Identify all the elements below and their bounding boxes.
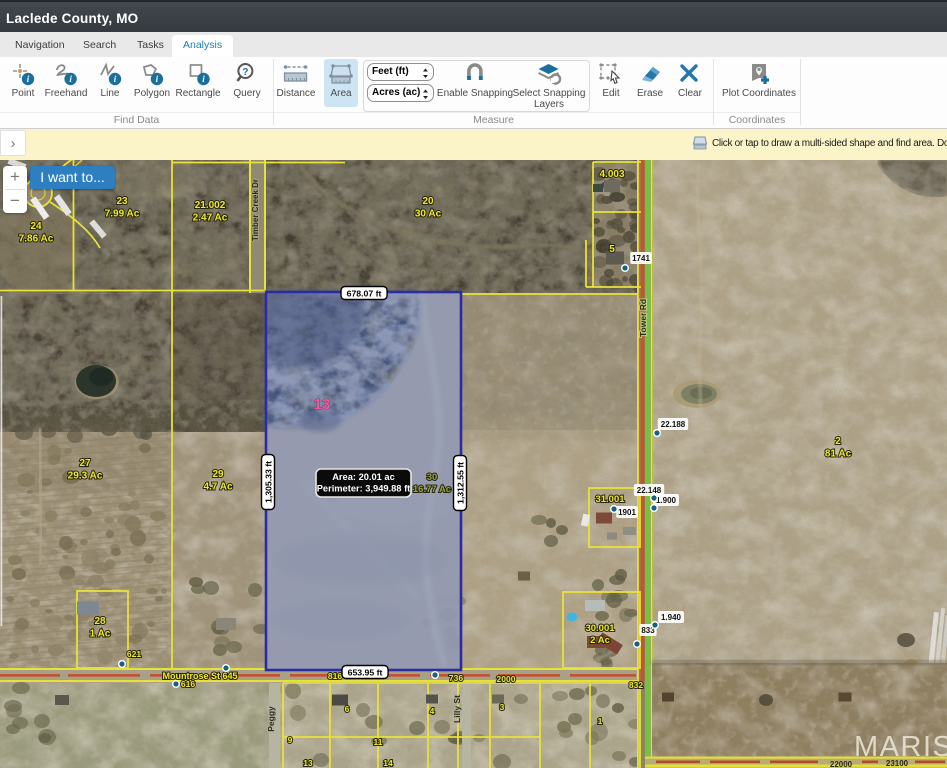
svg-text:9: 9: [288, 735, 293, 745]
svg-text:2 Ac: 2 Ac: [590, 635, 610, 646]
svg-text:1741: 1741: [632, 254, 650, 263]
svg-text:11: 11: [374, 737, 383, 747]
svg-text:22.188: 22.188: [661, 420, 686, 429]
svg-text:7.86 Ac: 7.86 Ac: [19, 234, 54, 245]
svg-text:Timber Creek Dr: Timber Creek Dr: [251, 179, 260, 241]
svg-text:1,305.33 ft: 1,305.33 ft: [263, 461, 273, 503]
svg-text:1.940: 1.940: [661, 613, 682, 622]
svg-text:22.148: 22.148: [637, 486, 662, 495]
svg-text:Tower Rd: Tower Rd: [638, 299, 648, 337]
svg-text:20: 20: [422, 196, 434, 207]
svg-text:Mountrose St 645: Mountrose St 645: [162, 671, 237, 681]
svg-text:16.77 Ac: 16.77 Ac: [413, 484, 451, 495]
svg-text:736: 736: [449, 673, 463, 683]
svg-text:22000: 22000: [830, 760, 853, 768]
svg-text:23: 23: [116, 196, 128, 207]
svg-text:30 Ac: 30 Ac: [415, 209, 442, 220]
svg-text:Lilly St: Lilly St: [452, 695, 462, 723]
svg-text:Perimeter: 3,949.88 ft: Perimeter: 3,949.88 ft: [317, 484, 411, 494]
svg-text:29.3 Ac: 29.3 Ac: [68, 471, 103, 482]
svg-text:6: 6: [345, 704, 350, 714]
svg-text:28: 28: [94, 616, 106, 627]
svg-text:?: ?: [242, 67, 248, 78]
svg-text:2000: 2000: [497, 674, 516, 684]
svg-text:1,312.55 ft: 1,312.55 ft: [455, 462, 465, 504]
svg-text:14: 14: [383, 758, 393, 768]
svg-text:Area: 20.01 ac: Area: 20.01 ac: [332, 472, 395, 482]
svg-text:24: 24: [30, 221, 42, 232]
svg-text:81 Ac: 81 Ac: [825, 449, 852, 460]
svg-text:832: 832: [629, 680, 643, 690]
svg-text:7.99 Ac: 7.99 Ac: [105, 209, 140, 220]
svg-text:653.95 ft: 653.95 ft: [348, 667, 383, 677]
svg-text:1 Ac: 1 Ac: [90, 629, 111, 640]
svg-text:30: 30: [427, 472, 438, 483]
svg-text:5: 5: [609, 244, 615, 255]
svg-text:816: 816: [328, 671, 342, 681]
svg-text:2: 2: [835, 436, 841, 447]
svg-text:621: 621: [127, 649, 141, 659]
svg-text:4: 4: [430, 706, 435, 716]
svg-text:29: 29: [212, 469, 224, 480]
svg-text:MARIS: MARIS: [854, 731, 947, 763]
svg-text:4.7 Ac: 4.7 Ac: [203, 482, 233, 493]
svg-text:4.003: 4.003: [599, 169, 624, 180]
svg-text:3: 3: [500, 702, 505, 712]
svg-text:1: 1: [598, 716, 603, 726]
svg-text:616: 616: [181, 679, 195, 689]
svg-text:21.002: 21.002: [195, 200, 226, 211]
svg-text:27: 27: [79, 458, 91, 469]
svg-text:Peggy: Peggy: [266, 706, 276, 732]
svg-text:2.47 Ac: 2.47 Ac: [193, 213, 228, 224]
svg-text:678.07 ft: 678.07 ft: [347, 288, 382, 298]
svg-text:13: 13: [314, 396, 331, 413]
svg-text:1901: 1901: [618, 508, 636, 517]
svg-text:30.001: 30.001: [585, 623, 615, 634]
svg-text:1.900: 1.900: [656, 496, 677, 505]
svg-text:31.001: 31.001: [595, 494, 625, 505]
svg-text:13: 13: [303, 758, 313, 768]
